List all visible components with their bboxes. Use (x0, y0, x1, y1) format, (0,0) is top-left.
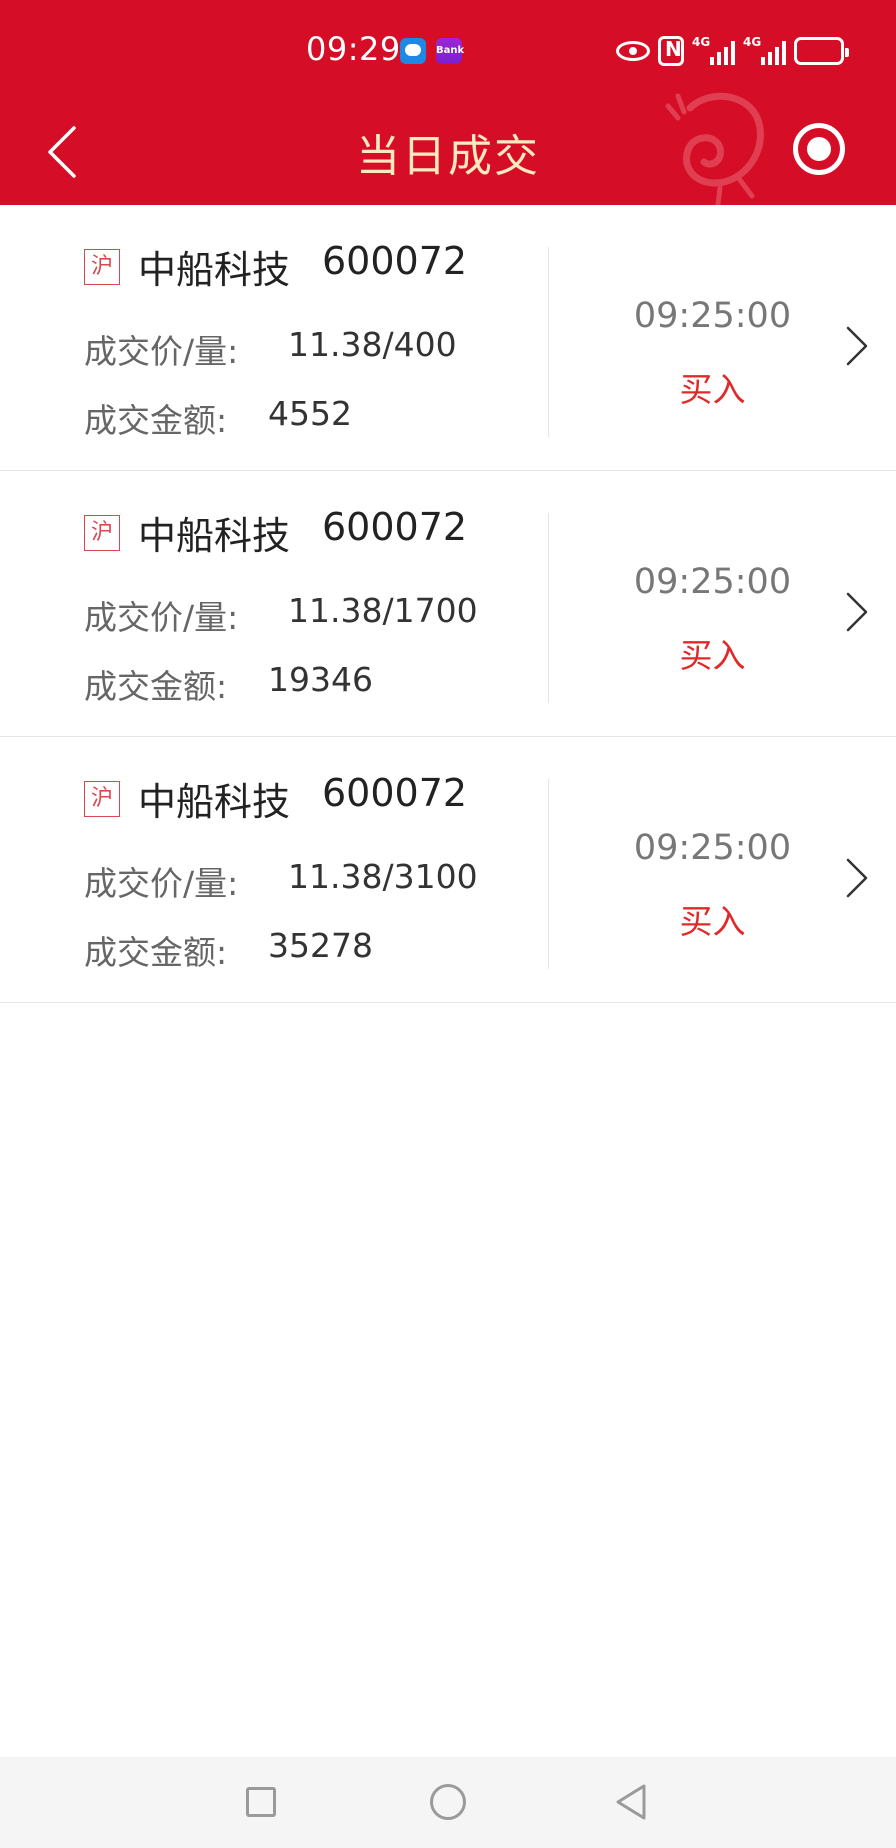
stock-name: 中船科技 (138, 514, 291, 558)
divider (548, 513, 549, 703)
amount-value: 35278 (268, 926, 373, 965)
price-qty-value: 11.38/1700 (288, 591, 478, 630)
trade-side: 买入 (679, 902, 746, 941)
stock-name: 中船科技 (138, 248, 291, 292)
chevron-right-icon (846, 592, 868, 632)
divider (548, 779, 549, 969)
market-badge: 沪 (84, 515, 120, 551)
stock-code: 600072 (322, 771, 468, 815)
signal-icon: 4G (743, 35, 786, 65)
trade-row[interactable]: 沪 中船科技 600072 成交价/量: 11.38/1700 成交金额: 19… (0, 471, 896, 737)
stock-name: 中船科技 (138, 780, 291, 824)
system-icons: 4G 4G (616, 34, 849, 68)
price-qty-label: 成交价/量: (84, 598, 239, 637)
recents-icon[interactable] (246, 1787, 276, 1817)
trade-time: 09:25:00 (633, 562, 792, 602)
dragon-logo-icon (665, 92, 764, 205)
nfc-icon (658, 36, 684, 66)
network-type-label: 4G (743, 35, 762, 49)
status-time: 09:29 (306, 30, 401, 68)
network-type-label: 4G (692, 35, 711, 49)
divider (548, 247, 549, 437)
amount-label: 成交金额: (84, 933, 228, 972)
price-qty-label: 成交价/量: (84, 864, 239, 903)
chevron-right-icon (846, 858, 868, 898)
nav-bar: 当日成交 (0, 92, 896, 205)
amount-value: 19346 (268, 660, 373, 699)
amount-label: 成交金额: (84, 401, 228, 440)
bank-app-notification-icon: Bank (436, 38, 464, 64)
status-bar: 09:29 Bank 4G 4G (0, 0, 896, 100)
price-qty-value: 11.38/400 (288, 325, 457, 364)
stock-code: 600072 (322, 505, 468, 549)
signal-icon: 4G (692, 35, 735, 65)
trade-time: 09:25:00 (633, 828, 792, 868)
system-nav-bar (0, 1757, 896, 1848)
trade-side: 买入 (679, 636, 746, 675)
chevron-right-icon (846, 326, 868, 366)
eye-icon (616, 41, 650, 61)
message-notification-icon (400, 38, 426, 64)
header: 09:29 Bank 4G 4G 当日成交 (0, 0, 896, 205)
price-qty-label: 成交价/量: (84, 332, 239, 371)
market-badge: 沪 (84, 781, 120, 817)
trade-row[interactable]: 沪 中船科技 600072 成交价/量: 11.38/400 成交金额: 455… (0, 205, 896, 471)
trade-list: 沪 中船科技 600072 成交价/量: 11.38/400 成交金额: 455… (0, 205, 896, 1003)
trade-side: 买入 (679, 370, 746, 409)
trade-row[interactable]: 沪 中船科技 600072 成交价/量: 11.38/3100 成交金额: 35… (0, 737, 896, 1003)
price-qty-value: 11.38/3100 (288, 857, 478, 896)
target-button[interactable] (793, 123, 845, 175)
back-triangle-icon[interactable] (614, 1783, 650, 1821)
trade-time: 09:25:00 (633, 296, 792, 336)
stock-code: 600072 (322, 239, 468, 283)
home-icon[interactable] (430, 1784, 466, 1820)
amount-label: 成交金额: (84, 667, 228, 706)
amount-value: 4552 (268, 394, 352, 433)
battery-icon (794, 37, 849, 65)
market-badge: 沪 (84, 249, 120, 285)
